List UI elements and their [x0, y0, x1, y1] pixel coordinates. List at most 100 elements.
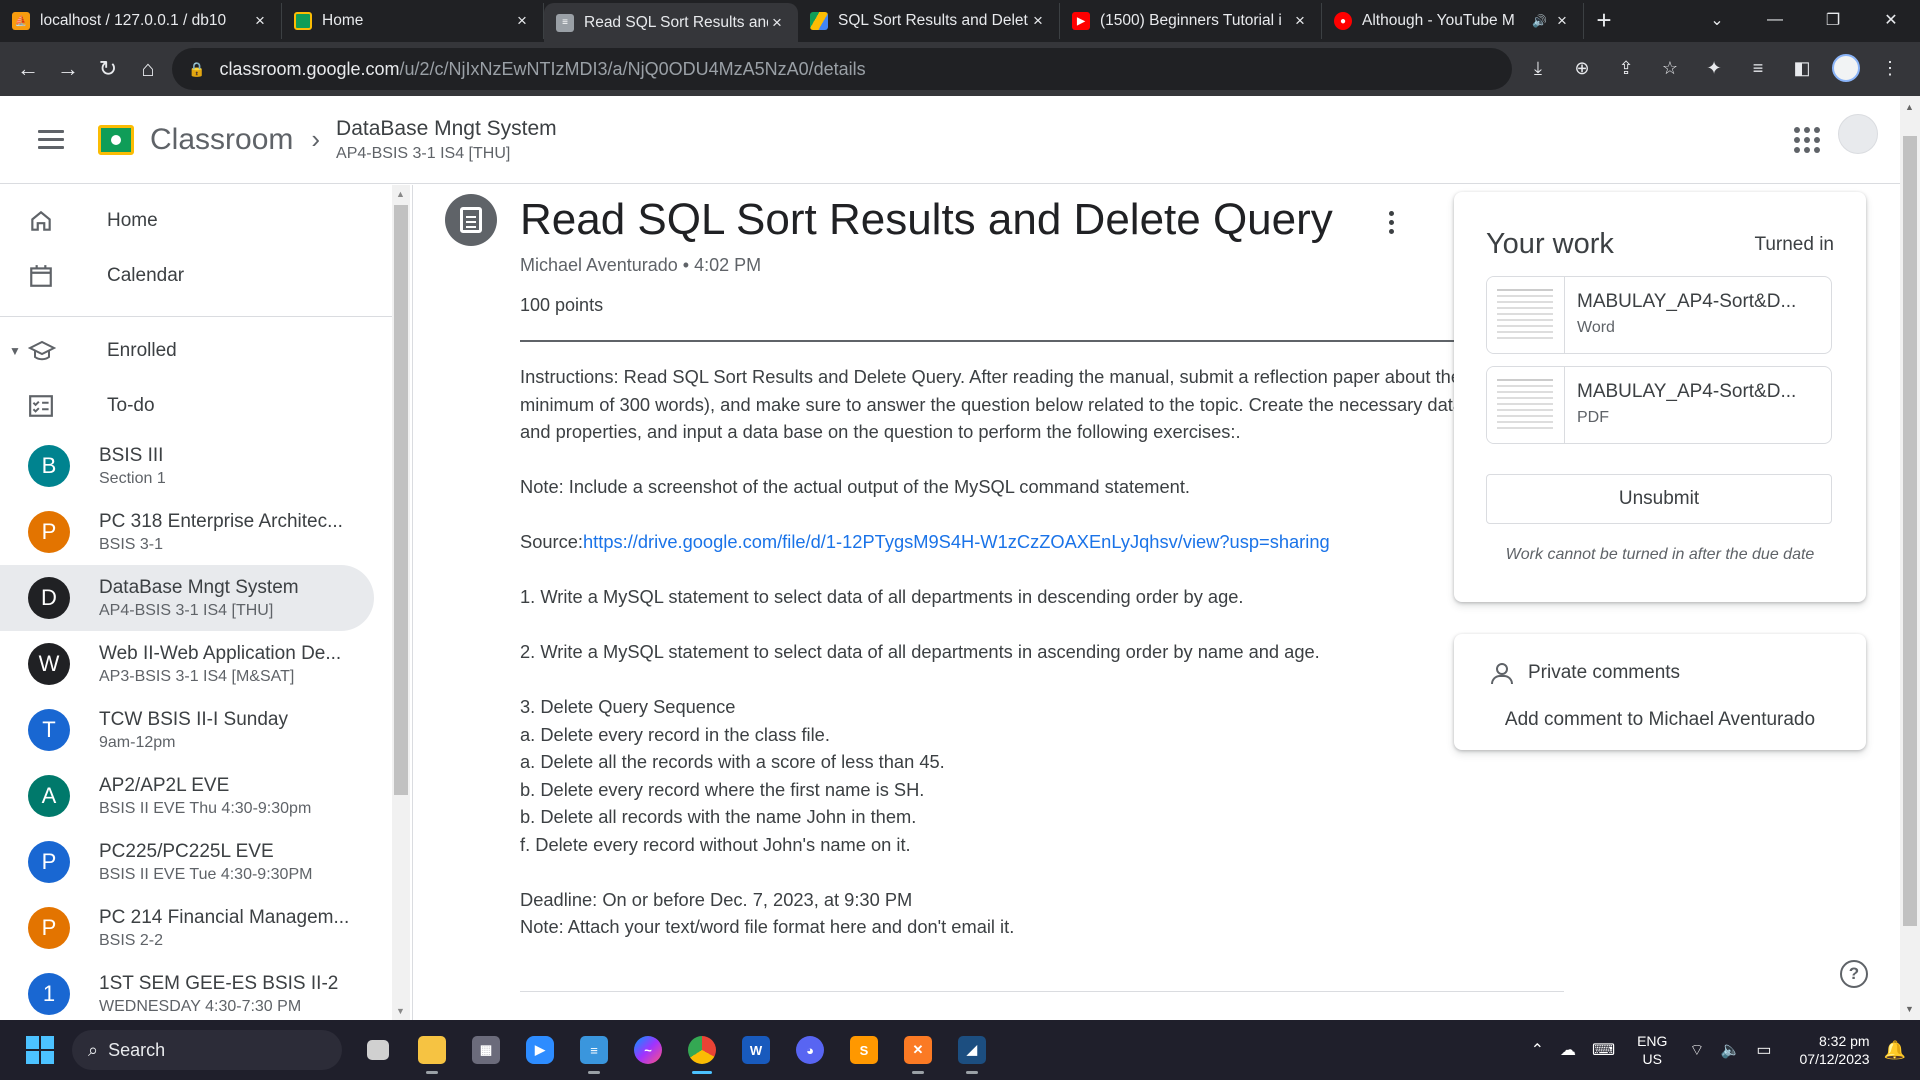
browser-tab-active[interactable]: ≡ Read SQL Sort Results and ×	[544, 3, 798, 42]
scroll-down-icon[interactable]: ▼	[396, 1006, 405, 1016]
class-item[interactable]: P PC 318 Enterprise Architec... BSIS 3-1	[0, 499, 374, 565]
wifi-icon[interactable]: ⌔	[1689, 1040, 1704, 1060]
volume-icon[interactable]: 🔈	[1720, 1040, 1740, 1060]
browser-tab[interactable]: ⛵ localhost / 127.0.0.1 / db10 ×	[0, 3, 282, 39]
region-code: US	[1642, 1051, 1662, 1067]
browser-tab[interactable]: ● Although - YouTube M 🔊 ×	[1322, 3, 1584, 39]
zoom-meetings-icon[interactable]: ▶	[520, 1030, 560, 1070]
sidebar-item-label: To-do	[107, 394, 155, 416]
class-item[interactable]: A AP2/AP2L EVE BSIS II EVE Thu 4:30-9:30p…	[0, 763, 374, 829]
sidebar-item-enrolled[interactable]: ▼ Enrolled	[0, 323, 392, 378]
extensions-icon[interactable]: ✦	[1694, 48, 1734, 88]
person-icon	[1490, 662, 1513, 684]
class-item[interactable]: 1 1ST SEM GEE-ES BSIS II-2 WEDNESDAY 4:30…	[0, 961, 374, 1020]
minimize-button[interactable]: —	[1746, 0, 1804, 40]
side-panel-icon[interactable]: ◧	[1782, 48, 1822, 88]
tab-search-icon[interactable]: ⌄	[1688, 0, 1746, 40]
url-host: classroom.google.com	[219, 58, 400, 79]
attachment-word[interactable]: MABULAY_AP4-Sort&D... Word	[1486, 276, 1832, 354]
show-hidden-icons[interactable]: ⌃	[1531, 1040, 1544, 1060]
close-window-button[interactable]: ✕	[1862, 0, 1920, 40]
audio-playing-icon[interactable]: 🔊	[1532, 14, 1547, 28]
calculator-icon[interactable]: ▦	[466, 1030, 506, 1070]
forward-icon[interactable]: →	[48, 49, 88, 89]
class-item[interactable]: B BSIS III Section 1	[0, 433, 374, 499]
close-tab-icon[interactable]: ×	[768, 13, 786, 33]
google-apps-icon[interactable]	[1794, 127, 1820, 153]
notepad-icon[interactable]: ≡	[574, 1030, 614, 1074]
caret-down-icon[interactable]: ▼	[9, 344, 21, 358]
class-item[interactable]: P PC 214 Financial Managem... BSIS 2-2	[0, 895, 374, 961]
windows-start-icon[interactable]	[26, 1036, 54, 1064]
notification-bell-icon[interactable]: 🔔	[1884, 1040, 1906, 1061]
class-item[interactable]: P PC225/PC225L EVE BSIS II EVE Tue 4:30-9…	[0, 829, 374, 895]
install-app-icon[interactable]: ⤓	[1518, 48, 1558, 88]
discord-icon[interactable]: ◕	[790, 1030, 830, 1070]
home-icon[interactable]: ⌂	[128, 49, 168, 89]
browser-tab[interactable]: Home ×	[282, 3, 544, 39]
sidebar-scrollbar[interactable]: ▲ ▼	[392, 185, 410, 1020]
word-icon[interactable]: W	[736, 1030, 776, 1070]
new-tab-button[interactable]: +	[1584, 5, 1624, 36]
more-options-icon[interactable]	[1389, 211, 1394, 234]
scroll-up-icon[interactable]: ▲	[396, 189, 405, 199]
file-explorer-icon[interactable]	[412, 1030, 452, 1074]
bookmark-star-icon[interactable]: ☆	[1650, 48, 1690, 88]
sublime-text-icon[interactable]: S	[844, 1030, 884, 1070]
browser-menu-icon[interactable]: ⋮	[1870, 48, 1910, 88]
close-tab-icon[interactable]: ×	[1553, 11, 1571, 31]
document-thumbnail	[1487, 367, 1565, 443]
add-comment-button[interactable]: Add comment to Michael Aventurado	[1454, 705, 1866, 735]
sidebar-item-calendar[interactable]: Calendar	[0, 248, 392, 303]
classroom-brand[interactable]: Classroom	[150, 123, 293, 157]
close-tab-icon[interactable]: ×	[513, 11, 531, 31]
language-indicator[interactable]: ENG US	[1637, 1032, 1667, 1068]
task-view-icon[interactable]	[358, 1030, 398, 1070]
unsubmit-button[interactable]: Unsubmit	[1486, 474, 1832, 524]
attachment-pdf[interactable]: MABULAY_AP4-Sort&D... PDF	[1486, 366, 1832, 444]
xampp-icon[interactable]: ✕	[898, 1030, 938, 1074]
sidebar-item-todo[interactable]: To-do	[0, 378, 392, 433]
address-bar[interactable]: 🔒 classroom.google.com/u/2/c/NjIxNzEwNTI…	[172, 48, 1512, 90]
media-control-icon[interactable]: ≡	[1738, 48, 1778, 88]
scroll-up-icon[interactable]: ▲	[1905, 102, 1914, 112]
lock-icon[interactable]: 🔒	[188, 61, 205, 78]
breadcrumb-course[interactable]: DataBase Mngt System AP4-BSIS 3-1 IS4 [T…	[336, 117, 557, 163]
mysql-workbench-icon[interactable]: ◢	[952, 1030, 992, 1074]
class-item-selected[interactable]: D DataBase Mngt System AP4-BSIS 3-1 IS4 […	[0, 565, 374, 631]
share-icon[interactable]: ⇪	[1606, 48, 1646, 88]
chrome-icon[interactable]	[682, 1030, 722, 1074]
messenger-icon[interactable]: ~	[628, 1030, 668, 1070]
close-tab-icon[interactable]: ×	[1291, 11, 1309, 31]
zoom-icon[interactable]: ⊕	[1562, 48, 1602, 88]
clock[interactable]: 8:32 pm 07/12/2023	[1800, 1032, 1870, 1068]
class-item[interactable]: T TCW BSIS II-I Sunday 9am-12pm	[0, 697, 374, 763]
source-link[interactable]: https://drive.google.com/file/d/1-12PTyg…	[583, 531, 1330, 552]
help-icon[interactable]: ?	[1840, 960, 1868, 988]
close-tab-icon[interactable]: ×	[1029, 11, 1047, 31]
main-menu-icon[interactable]	[38, 130, 64, 149]
sidebar-scrollbar-thumb[interactable]	[394, 205, 408, 795]
reload-icon[interactable]: ↻	[88, 49, 128, 89]
battery-icon[interactable]: ▭	[1756, 1040, 1771, 1060]
window-controls: ⌄ — ❐ ✕	[1688, 0, 1920, 40]
browser-tab[interactable]: SQL Sort Results and Delet ×	[798, 3, 1060, 39]
browser-tab[interactable]: ▶ (1500) Beginners Tutorial i ×	[1060, 3, 1322, 39]
language-code: ENG	[1637, 1033, 1668, 1049]
assignment-time: 4:02 PM	[694, 255, 762, 275]
taskbar-search[interactable]: ⌕ Search	[72, 1030, 342, 1070]
back-icon[interactable]: ←	[8, 49, 48, 89]
onedrive-icon[interactable]: ☁	[1560, 1040, 1576, 1060]
page-scrollbar[interactable]: ▲ ▼	[1900, 96, 1920, 1020]
account-avatar[interactable]	[1838, 114, 1878, 154]
scroll-down-icon[interactable]: ▼	[1905, 1004, 1914, 1014]
graduation-cap-icon	[28, 338, 68, 364]
close-tab-icon[interactable]: ×	[251, 11, 269, 31]
classroom-logo-icon[interactable]	[98, 124, 134, 155]
class-item[interactable]: W Web II-Web Application De... AP3-BSIS 3…	[0, 631, 374, 697]
sidebar-item-home[interactable]: Home	[0, 193, 392, 248]
keyboard-icon[interactable]: ⌨	[1592, 1040, 1615, 1060]
page-scrollbar-thumb[interactable]	[1903, 136, 1917, 926]
restore-button[interactable]: ❐	[1804, 0, 1862, 40]
profile-avatar[interactable]	[1826, 48, 1866, 88]
